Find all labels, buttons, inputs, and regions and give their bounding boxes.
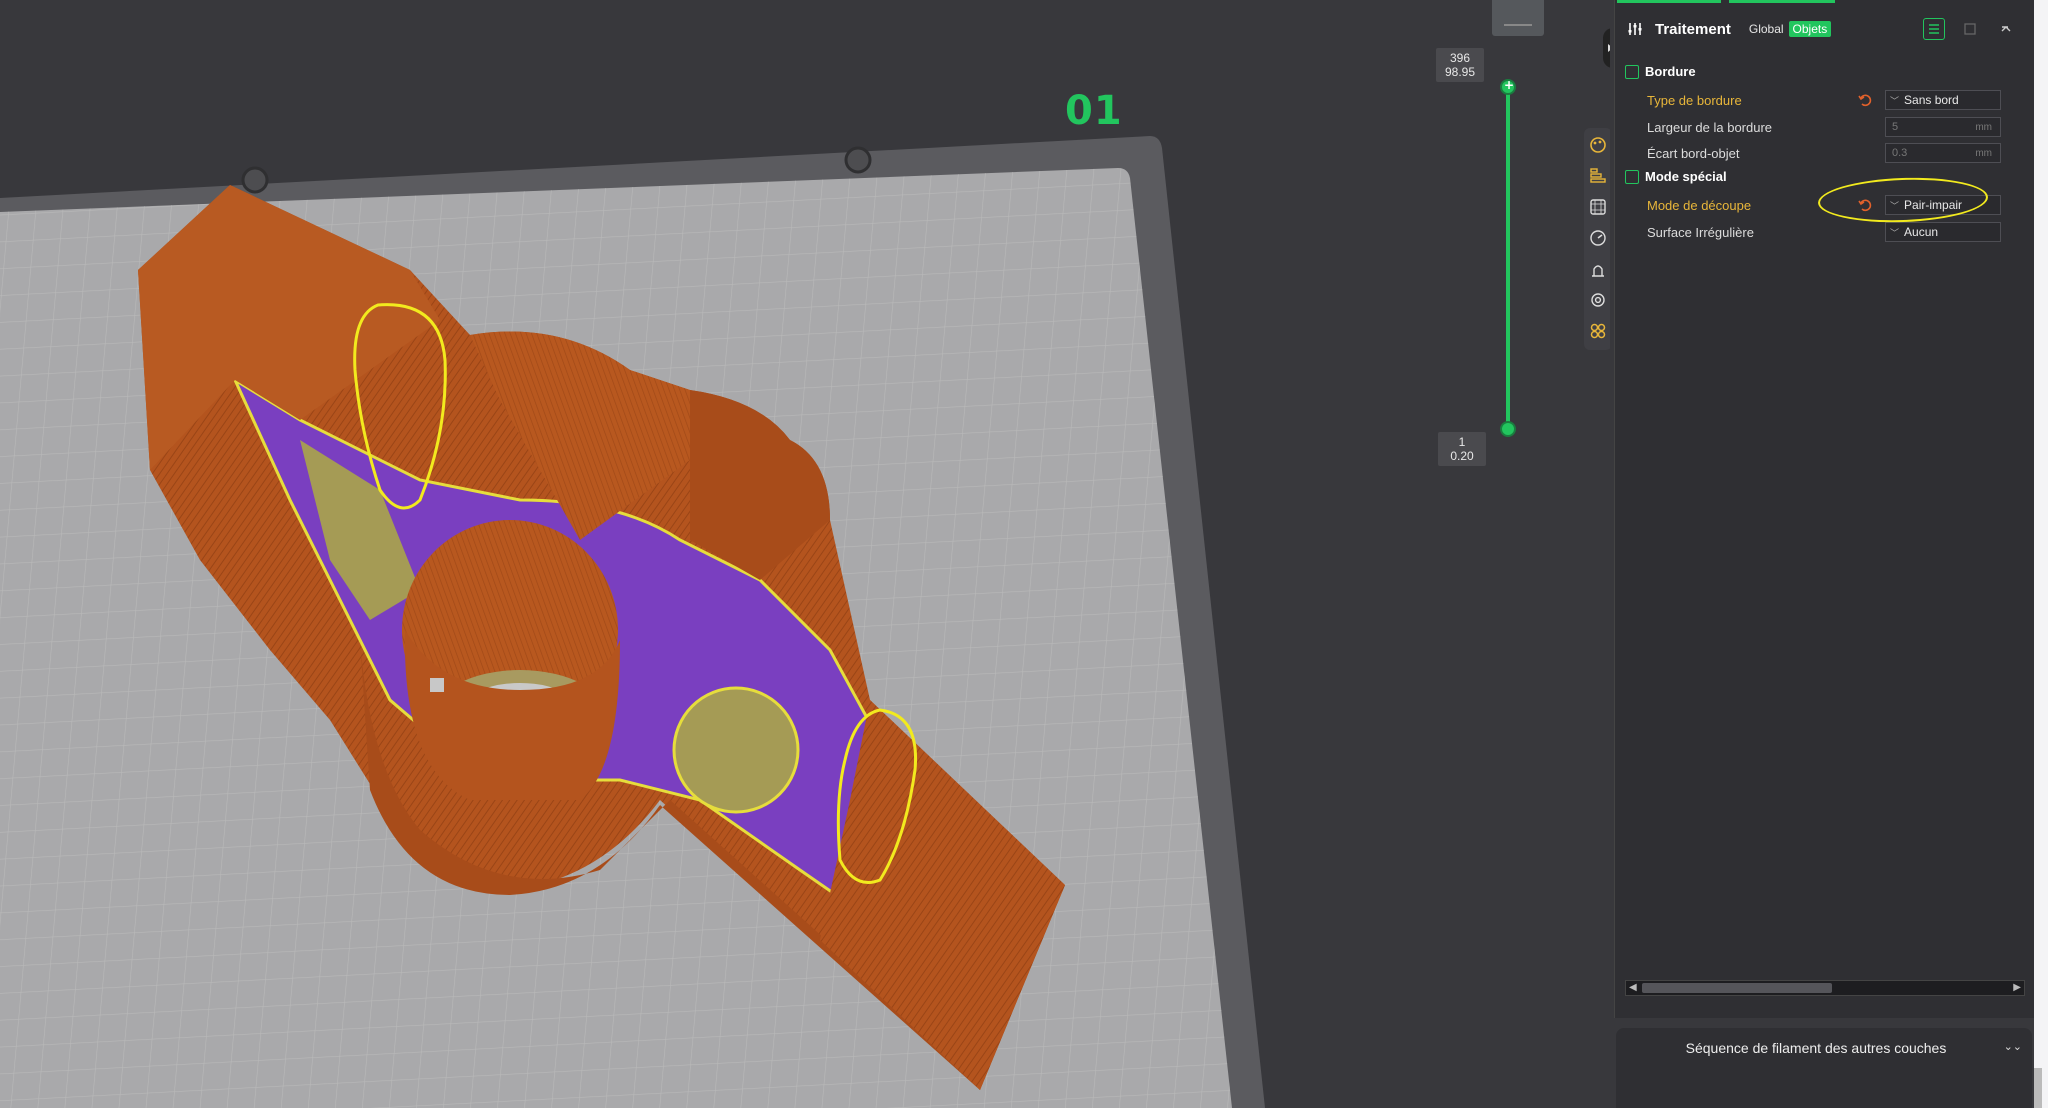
label-fuzzy-skin: Surface Irrégulière — [1647, 224, 1754, 240]
scroll-left-icon[interactable]: ◀ — [1629, 981, 1637, 995]
3d-viewport[interactable]: 01 396 98.95 1 0.20 — [0, 0, 1610, 1108]
layer-top-label: 396 98.95 — [1436, 48, 1484, 82]
section-mode-special[interactable]: Mode spécial — [1625, 169, 1727, 184]
reset-value-icon[interactable] — [1857, 92, 1873, 108]
double-chevron-down-icon[interactable]: ⌄⌄ — [2004, 1040, 2022, 1053]
scroll-right-icon[interactable]: ▶ — [2013, 981, 2021, 995]
panel-title: Traitement — [1655, 20, 1731, 38]
slicing-mode-select[interactable]: ﹀ Pair-impair — [1885, 195, 2001, 215]
layer-slider-top-handle[interactable] — [1500, 78, 1516, 95]
brim-gap-unit: mm — [1975, 147, 1992, 159]
layer-bottom-label: 1 0.20 — [1438, 432, 1486, 466]
support-icon[interactable] — [1587, 258, 1609, 280]
settings-gear-icon[interactable] — [1587, 289, 1609, 311]
brim-width-unit: mm — [1975, 121, 1992, 133]
row-brim-width: Largeur de la bordure 5 mm — [1647, 116, 2019, 138]
panel-top-accent — [1615, 0, 2035, 3]
layer-slider-track[interactable] — [1506, 86, 1510, 430]
layers-icon[interactable] — [1587, 165, 1609, 187]
build-plate-scene[interactable] — [0, 0, 1610, 1108]
sliders-icon — [1628, 23, 1642, 35]
row-fuzzy-skin: Surface Irrégulière ﹀ Aucun — [1647, 221, 2019, 243]
chevron-down-icon: ﹀ — [1890, 95, 1900, 106]
compare-icon — [1964, 23, 1976, 35]
layer-top-height: 98.95 — [1444, 65, 1476, 79]
brim-width-input[interactable]: 5 mm — [1885, 117, 2001, 137]
section-bordure[interactable]: Bordure — [1625, 64, 1696, 79]
fuzzy-skin-select[interactable]: ﹀ Aucun — [1885, 222, 2001, 242]
label-brim-type: Type de bordure — [1647, 92, 1742, 108]
layer-bottom-height: 0.20 — [1450, 449, 1474, 463]
brim-type-select[interactable]: ﹀ Sans bord — [1885, 90, 2001, 110]
layer-bottom-index: 1 — [1458, 435, 1466, 449]
scrollbar-thumb[interactable] — [1642, 983, 1832, 993]
brim-width-value: 5 — [1892, 121, 1899, 133]
reset-all-button[interactable] — [1995, 18, 2017, 40]
plate-number-label: 01 — [1065, 88, 1123, 134]
section-title-bordure: Bordure — [1645, 64, 1696, 79]
list-icon — [1929, 24, 1939, 34]
swap-icon — [2001, 26, 2011, 32]
label-brim-gap: Écart bord-objet — [1647, 145, 1740, 161]
grid-infill-icon[interactable] — [1587, 196, 1609, 218]
compare-button[interactable] — [1959, 18, 1981, 40]
multicolor-icon[interactable] — [1587, 320, 1609, 342]
slicer-app: 01 396 98.95 1 0.20 — [0, 0, 2048, 1108]
fuzzy-skin-value: Aucun — [1904, 225, 1939, 239]
row-brim-gap: Écart bord-objet 0.3 mm — [1647, 142, 2019, 164]
window-edge-scrollbar[interactable] — [2034, 0, 2048, 1108]
layer-slider-bottom-handle[interactable] — [1500, 421, 1516, 437]
tab-global[interactable]: Global — [1749, 22, 1784, 36]
filament-sequence-bar[interactable]: Séquence de filament des autres couches … — [1616, 1028, 2032, 1108]
panel-header: Traitement Global Objets — [1615, 12, 2035, 46]
section-title-mode-special: Mode spécial — [1645, 169, 1727, 184]
chevron-down-icon: ﹀ — [1890, 200, 1900, 211]
view-cube[interactable] — [1492, 0, 1544, 36]
brim-section-icon — [1625, 64, 1639, 79]
slicing-mode-value: Pair-impair — [1904, 198, 1963, 212]
panel-horizontal-scrollbar[interactable]: ◀ ▶ — [1625, 980, 2025, 996]
label-brim-width: Largeur de la bordure — [1647, 119, 1773, 135]
panel-collapse-tab[interactable] — [1603, 28, 1610, 68]
special-mode-section-icon — [1625, 169, 1639, 184]
filament-sequence-label: Séquence de filament des autres couches — [1685, 1040, 1947, 1056]
advanced-list-button[interactable] — [1923, 18, 1945, 40]
row-brim-type: Type de bordure ﹀ Sans bord — [1647, 89, 2019, 111]
layer-top-index: 396 — [1449, 51, 1471, 65]
process-settings-panel: Traitement Global Objets Bordure Type de — [1614, 0, 2034, 1018]
speed-icon[interactable] — [1587, 227, 1609, 249]
tab-objets[interactable]: Objets — [1788, 21, 1832, 37]
brim-type-value: Sans bord — [1904, 93, 1959, 107]
chevron-down-icon: ﹀ — [1890, 227, 1900, 238]
preview-color-icon[interactable] — [1587, 134, 1609, 156]
brim-gap-input[interactable]: 0.3 mm — [1885, 143, 2001, 163]
brim-gap-value: 0.3 — [1892, 147, 1908, 159]
label-slicing-mode: Mode de découpe — [1647, 197, 1752, 213]
reset-value-icon[interactable] — [1857, 197, 1873, 213]
row-slicing-mode: Mode de découpe ﹀ Pair-impair — [1647, 194, 2019, 216]
side-toolbar — [1584, 128, 1610, 350]
